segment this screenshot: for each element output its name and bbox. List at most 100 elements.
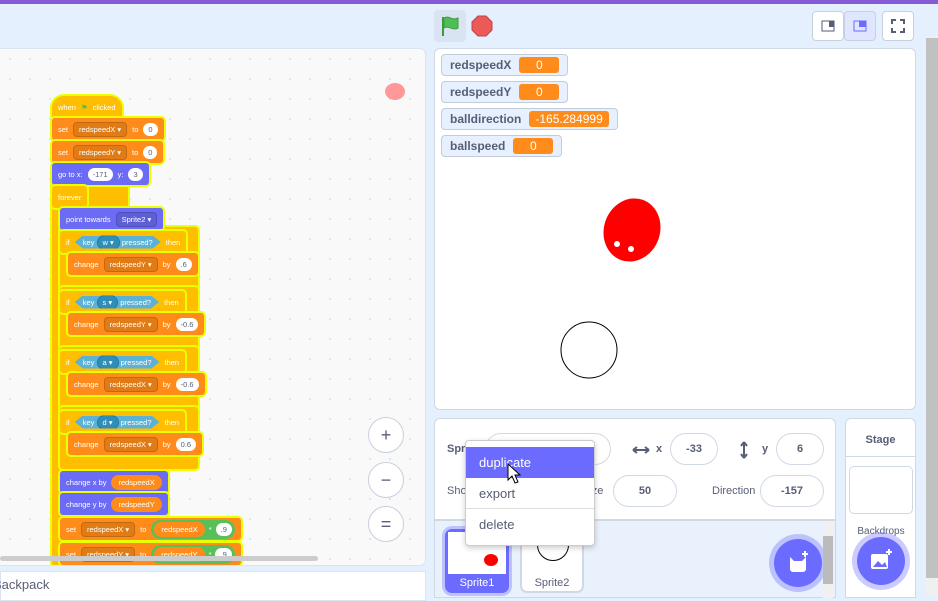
large-stage-icon [853,20,867,32]
small-stage-button[interactable] [812,11,844,41]
sprite1-thumbnail [484,554,498,566]
variable-reporter[interactable]: redspeedX [154,521,205,537]
block-text: if [66,417,70,427]
block-text: to [132,147,139,157]
code-block[interactable]: set redspeedY ▾ to 0 [52,141,164,163]
key-pressed-sensing-block[interactable]: key a ▾ pressed? [75,356,160,369]
key-dropdown[interactable]: d ▾ [97,415,119,430]
code-block[interactable]: change x by redspeedX [60,471,168,493]
menu-item-delete[interactable]: delete [466,509,594,540]
horizontal-scrollbar[interactable] [0,556,318,561]
code-block[interactable]: set redspeedX ▾ to redspeedX * .9 [60,518,241,540]
number-input[interactable]: 0 [143,145,158,159]
key-pressed-sensing-block[interactable]: key d ▾ pressed? [75,416,160,429]
number-input[interactable]: 0.6 [175,437,197,451]
code-block[interactable]: if key d ▾ pressed? then [60,411,186,433]
fullscreen-button[interactable] [882,11,914,41]
size-input[interactable]: 50 [613,475,677,507]
block-text: by [162,319,171,329]
block-text: pressed? [120,357,152,367]
x-input[interactable]: -33 [670,433,718,465]
number-input[interactable]: .9 [215,522,232,536]
variable-dropdown[interactable]: redspeedX ▾ [103,376,158,392]
block-text: if [66,357,70,367]
sprite-list-scrollbar[interactable] [823,522,833,598]
key-pressed-sensing-block[interactable]: key s ▾ pressed? [75,296,159,309]
code-block[interactable]: if key a ▾ pressed? then [60,351,186,373]
direction-input[interactable]: -157 [760,475,824,507]
code-block[interactable]: forever [52,186,88,208]
block-text: * [208,524,212,534]
variable-dropdown[interactable]: redspeedY ▾ [73,144,128,160]
block-text: pressed? [120,297,152,307]
page-scrollbar[interactable] [926,36,938,596]
cat-plus-icon [790,551,808,572]
code-block[interactable]: change y by redspeedY [60,493,168,515]
stage-panel[interactable]: Stage Backdrops [845,418,916,598]
variable-reporter[interactable]: redspeedY [111,496,162,512]
block-text: by [162,259,171,269]
number-input[interactable]: 0 [143,122,158,136]
stage-thumbnail[interactable] [849,466,913,514]
number-input[interactable]: -0.6 [175,377,199,391]
variable-dropdown[interactable]: redspeedX ▾ [73,121,128,137]
code-block[interactable]: change redspeedX ▾ by -0.6 [68,373,205,395]
number-input[interactable]: .6 [175,257,192,271]
stage-canvas [560,190,670,379]
zoom-reset-button[interactable]: = [368,506,404,542]
block-text: if [66,237,70,247]
y-input[interactable]: 6 [776,433,824,465]
block-text: then [164,357,180,367]
sprite1-red-ball[interactable] [595,190,670,269]
code-block[interactable]: set redspeedX ▾ to 0 [52,118,164,140]
block-text: key [82,417,95,427]
number-input[interactable]: 3 [128,167,143,181]
variable-dropdown[interactable]: redspeedX ▾ [103,436,158,452]
stage[interactable]: redspeedX 0 redspeedY 0 balldirection -165.… [434,48,916,410]
key-dropdown[interactable]: a ▾ [97,355,119,370]
green-flag-icon [442,16,459,36]
code-area[interactable]: when ⚑ clicked set redspeedX ▾ to 0 set redspeed… [0,48,426,566]
key-pressed-sensing-block[interactable]: key w ▾ pressed? [75,236,161,249]
block-text: by [162,439,171,449]
menu-item-duplicate[interactable]: duplicate [466,447,594,478]
backpack[interactable]: Backpack [0,571,426,601]
code-block[interactable]: if key s ▾ pressed? then [60,291,185,313]
key-dropdown[interactable]: w ▾ [97,235,120,250]
key-dropdown[interactable]: s ▾ [97,295,119,310]
code-block[interactable]: point towards Sprite2 ▾ [60,208,164,230]
number-input[interactable]: -171 [87,167,113,181]
block-text: y: [117,169,124,179]
green-flag-icon: ⚑ [80,102,88,112]
variable-reporter[interactable]: redspeedX [111,474,162,490]
code-block[interactable]: change redspeedY ▾ by .6 [68,253,198,275]
sprite2-circle[interactable] [560,321,618,379]
menu-item-export[interactable]: export [466,478,594,509]
green-flag-button[interactable] [434,10,466,42]
code-block[interactable]: go to x: -171 y: 3 [52,163,149,185]
code-block[interactable]: change redspeedX ▾ by 0.6 [68,433,203,455]
code-block[interactable]: if key w ▾ pressed? then [60,231,187,253]
code-block[interactable]: set redspeedY ▾ to redspeedY * .9 [60,543,241,565]
variable-dropdown[interactable]: Sprite2 ▾ [115,211,158,227]
variable-dropdown[interactable]: redspeedY ▾ [103,256,158,272]
block-text: then [165,237,181,247]
code-block[interactable]: when ⚑ clicked [52,96,122,118]
large-stage-button[interactable] [844,11,876,41]
block-text: change [74,259,99,269]
block-text: go to x: [58,169,83,179]
block-text: if [66,297,70,307]
menu-bar [0,0,938,4]
code-block[interactable]: change redspeedY ▾ by -0.6 [68,313,205,335]
variable-dropdown[interactable]: redspeedX ▾ [81,521,136,537]
stop-button[interactable] [471,15,493,37]
zoom-out-button[interactable]: − [368,462,404,498]
multiply-operator-block[interactable]: redspeedX * .9 [151,519,235,539]
fullscreen-icon [891,19,905,33]
zoom-in-button[interactable]: + [368,417,404,453]
choose-backdrop-button[interactable] [857,537,905,585]
number-input[interactable]: -0.6 [175,317,199,331]
block-text: change [74,379,99,389]
variable-dropdown[interactable]: redspeedY ▾ [103,316,158,332]
choose-sprite-button[interactable] [774,539,822,587]
